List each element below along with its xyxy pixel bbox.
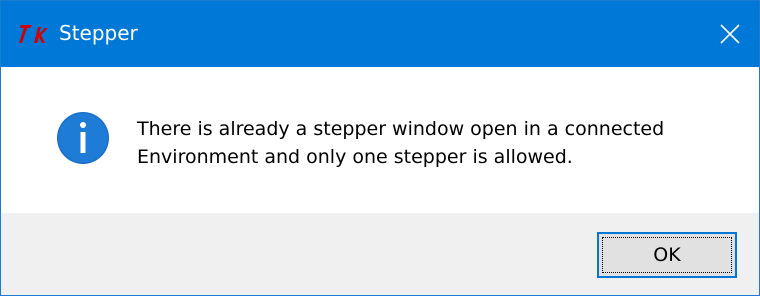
tk-feather-icon: [18, 21, 48, 47]
message-line-1: There is already a stepper window open i…: [137, 118, 665, 140]
ok-button[interactable]: OK: [597, 232, 737, 278]
title-bar[interactable]: Stepper: [1, 1, 759, 67]
message-text: There is already a stepper window open i…: [137, 115, 737, 171]
close-icon: [720, 24, 740, 44]
ok-button-label: OK: [653, 244, 681, 266]
close-button[interactable]: [701, 1, 759, 67]
dialog-footer: OK: [1, 213, 759, 295]
message-line-2: Environment and only one stepper is allo…: [137, 146, 573, 168]
message-dialog: Stepper There is already a stepper windo…: [0, 0, 760, 296]
window-title: Stepper: [59, 21, 138, 45]
info-icon: [56, 111, 110, 165]
dialog-content: There is already a stepper window open i…: [1, 67, 759, 213]
